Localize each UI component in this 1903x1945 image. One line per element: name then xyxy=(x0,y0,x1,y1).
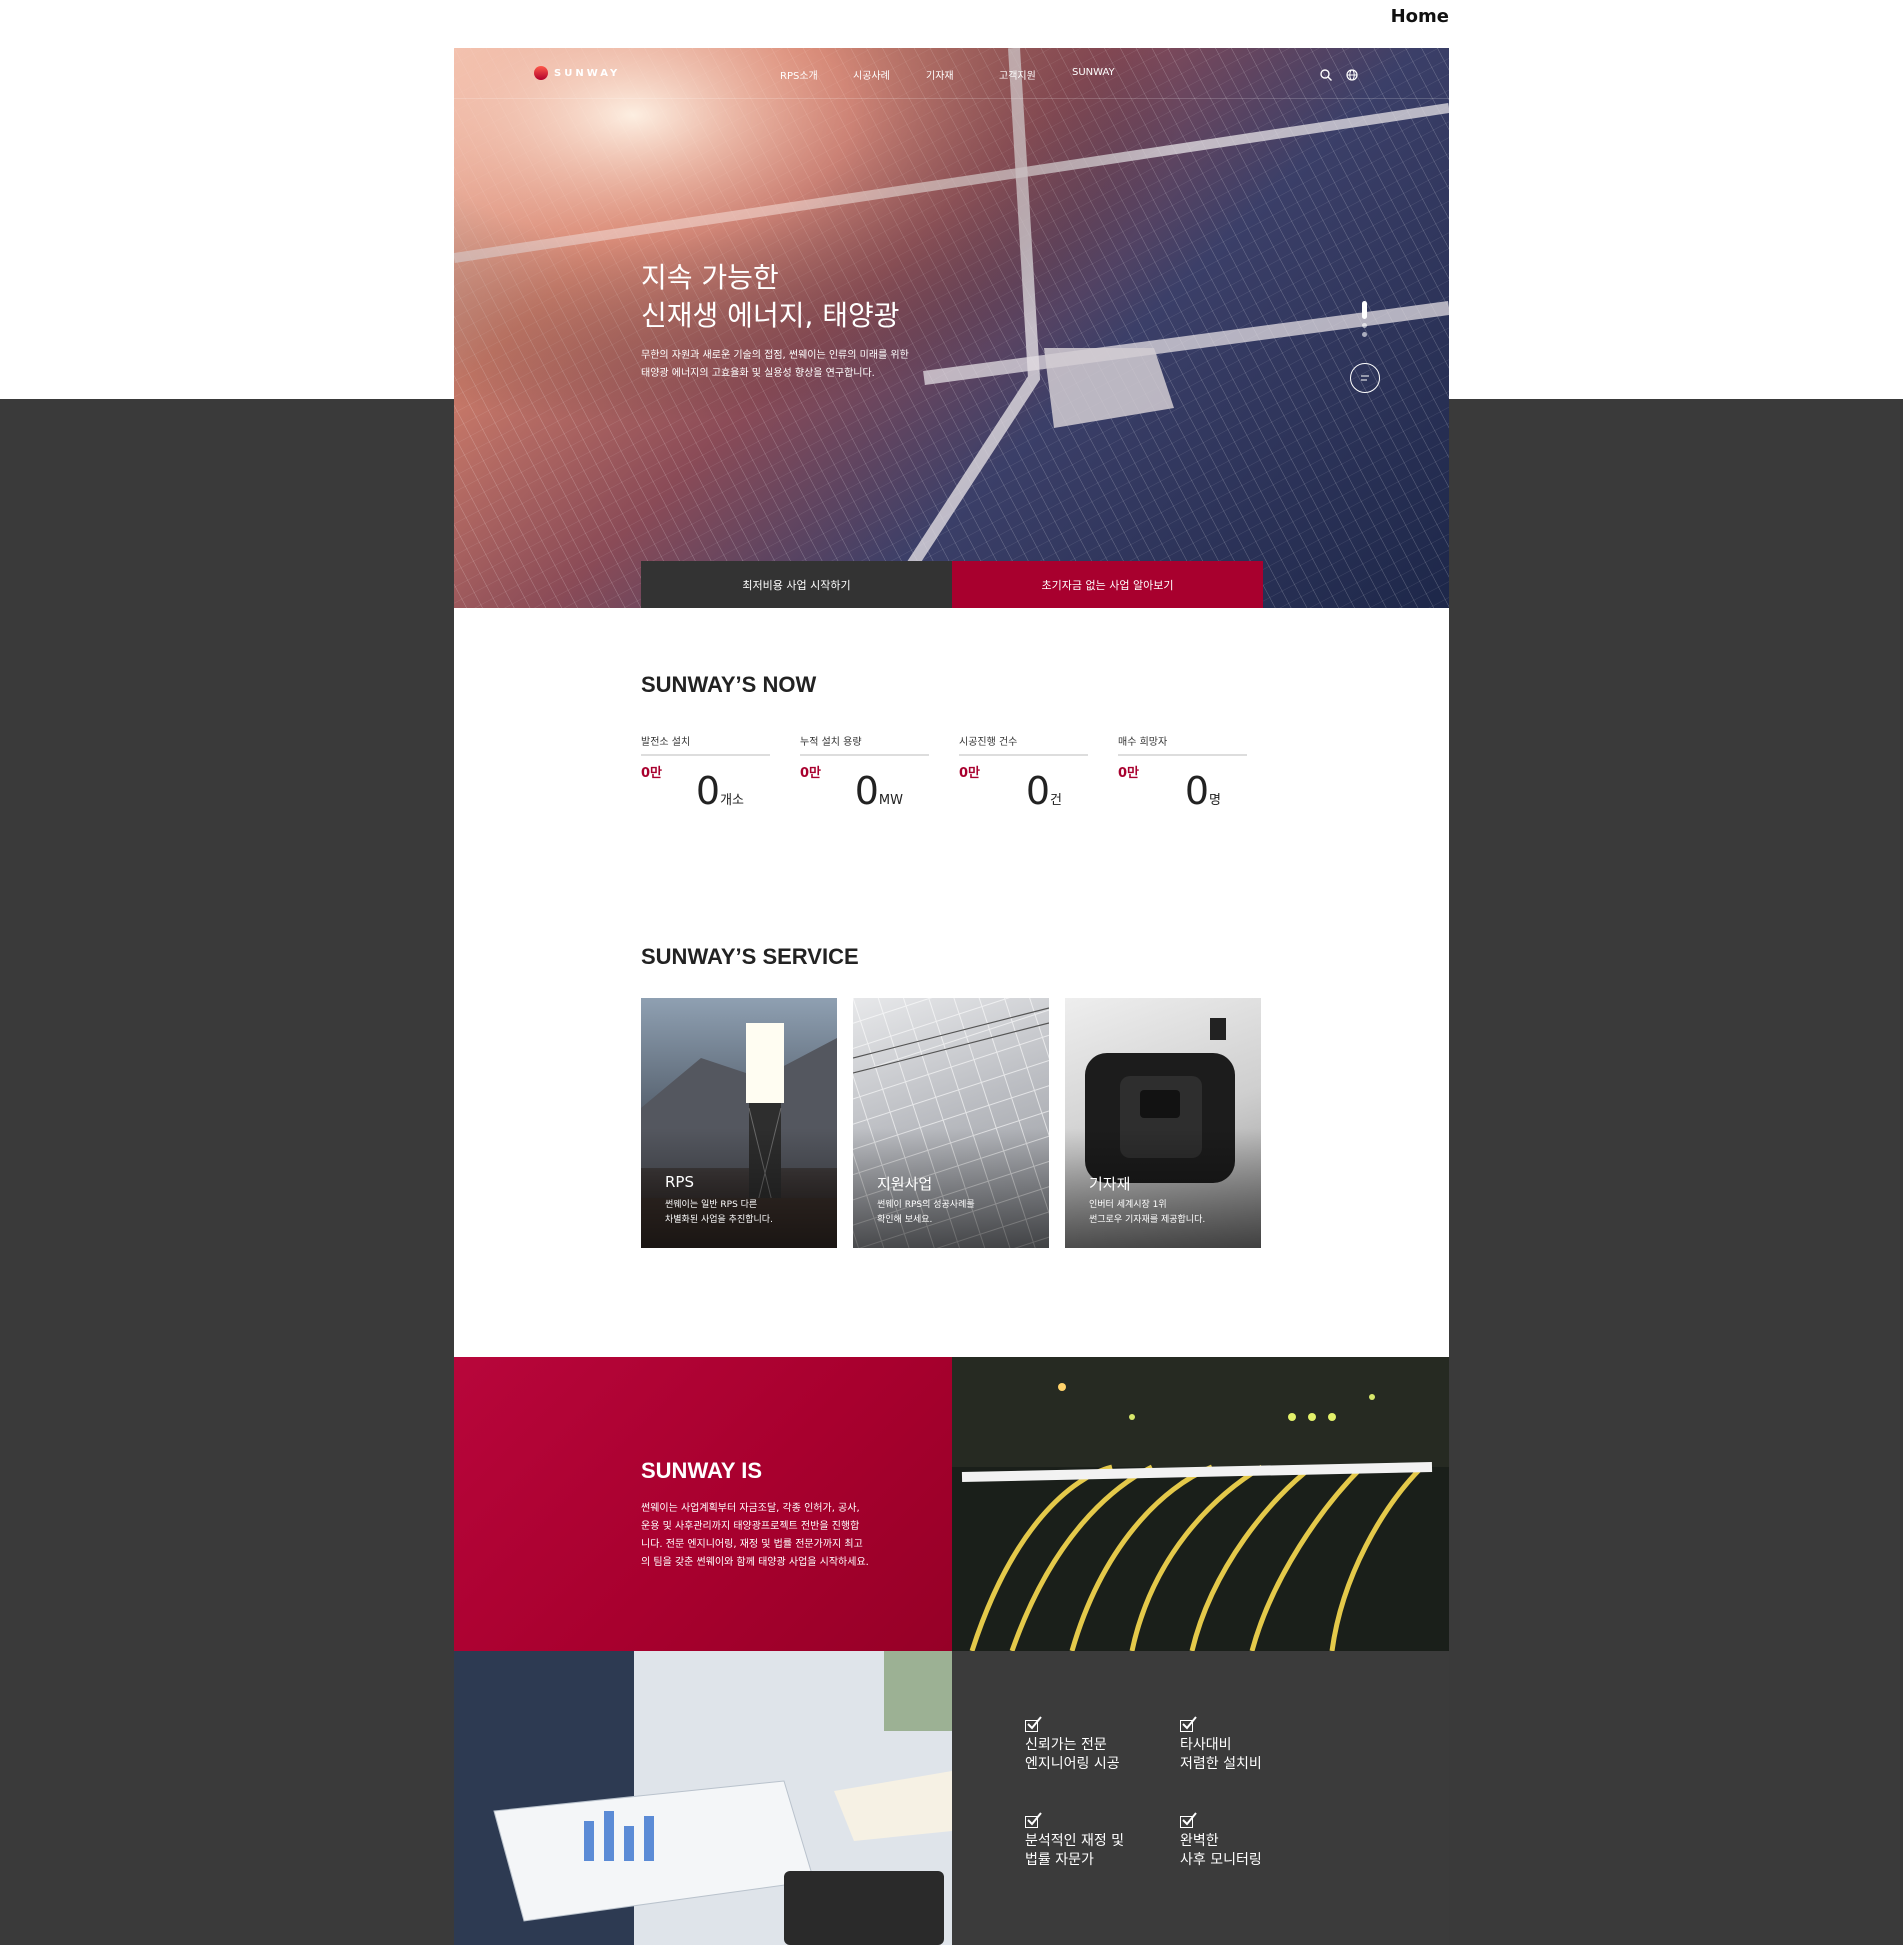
check-icon xyxy=(1180,1812,1197,1828)
about-desc-line1: 썬웨이는 사업계획부터 자금조달, 각종 인허가, 공사, xyxy=(641,1503,860,1514)
feature-engineering: 신뢰가는 전문 엔지니어링 시공 xyxy=(1025,1716,1120,1774)
card-desc-line2: 확인해 보세요. xyxy=(877,1215,933,1225)
stat-value: 0 xyxy=(1025,769,1051,813)
stat-unit: 건 xyxy=(1050,793,1062,808)
stat-small-value: 0만 xyxy=(1118,766,1140,781)
feature-line1: 신뢰가는 전문 xyxy=(1025,1737,1107,1753)
menu-item-rps[interactable]: RPS소개 xyxy=(780,67,853,82)
card-desc-line1: 썬웨이 RPS의 성공사례를 xyxy=(877,1200,975,1210)
stat-label: 시공진행 건수 xyxy=(959,733,1088,756)
pager-dot[interactable] xyxy=(1362,323,1367,328)
top-navigation: SUNWAY RPS소개 시공사례 기자재 고객지원 SUNWAY xyxy=(454,48,1449,99)
about-desc-line3: 니다. 전문 엔지니어링, 재정 및 법률 전문가까지 최고 xyxy=(641,1539,863,1550)
feature-line2: 저렴한 설치비 xyxy=(1180,1756,1262,1772)
stat-value-wrap: 0MW xyxy=(855,769,903,813)
menu-item-support[interactable]: 고객지원 xyxy=(999,67,1072,82)
feature-line1: 타사대비 xyxy=(1180,1737,1232,1753)
fiber-illustration xyxy=(952,1357,1449,1651)
stat-value-wrap: 0명 xyxy=(1185,769,1221,813)
stat-label: 발전소 설치 xyxy=(641,733,770,756)
business-tablet-image xyxy=(454,1651,952,1945)
feature-advisory: 분석적인 재정 및 법률 자문가 xyxy=(1025,1812,1124,1870)
menu-item-sunway[interactable]: SUNWAY xyxy=(1072,67,1145,82)
hero-title-line1: 지속 가능한 xyxy=(641,261,779,294)
check-icon xyxy=(1025,1716,1042,1732)
card-desc: 썬웨이는 일반 RPS 다른 차별화된 사업을 추진합니다. xyxy=(665,1198,825,1228)
stat-small-value: 0만 xyxy=(959,766,981,781)
stat-value-wrap: 0개소 xyxy=(696,769,744,813)
stat-value: 0 xyxy=(854,769,879,813)
menu-item-cases[interactable]: 시공사례 xyxy=(853,67,926,82)
stat-projects: 시공진행 건수 0만 0건 xyxy=(959,733,1088,813)
card-desc-line2: 썬그로우 기자재를 제공합니다. xyxy=(1089,1215,1206,1225)
card-title: 지원사업 xyxy=(877,1175,933,1193)
card-title: RPS xyxy=(665,1173,694,1191)
fiber-cable-image xyxy=(952,1357,1449,1651)
hero-description: 무한의 자원과 새로운 기술의 접점, 썬웨이는 인류의 미래를 위한 태양광 … xyxy=(641,347,961,383)
stat-unit: MW xyxy=(878,793,903,808)
stat-unit: 개소 xyxy=(720,793,744,808)
features-panel xyxy=(952,1651,1449,1945)
stat-label: 매수 희망자 xyxy=(1118,733,1247,756)
page-label: Home xyxy=(1390,6,1449,27)
feature-line2: 사후 모니터링 xyxy=(1180,1852,1262,1868)
header-icons xyxy=(1320,66,1358,81)
check-icon xyxy=(1025,1812,1042,1828)
pager-dot-active[interactable] xyxy=(1362,301,1367,319)
solar-panel-image xyxy=(454,48,1449,608)
stat-label: 누적 설치 용량 xyxy=(800,733,929,756)
stat-capacity: 누적 설치 용량 0만 0MW xyxy=(800,733,929,813)
slide-pager xyxy=(1362,301,1367,341)
card-desc-line1: 썬웨이는 일반 RPS 다른 xyxy=(665,1200,758,1210)
stat-value-wrap: 0건 xyxy=(1026,769,1062,813)
pager-dot[interactable] xyxy=(1362,332,1367,337)
service-section-title: SUNWAY’S SERVICE xyxy=(641,944,859,969)
hero-title: 지속 가능한 신재생 에너지, 태양광 xyxy=(641,259,900,335)
office-illustration xyxy=(454,1651,952,1945)
stat-plants: 발전소 설치 0만 0개소 xyxy=(641,733,770,813)
slide-control-button[interactable] xyxy=(1350,363,1380,393)
stat-unit: 명 xyxy=(1209,793,1221,808)
about-desc-line4: 의 팀을 갖춘 썬웨이와 함께 태양광 사업을 시작하세요. xyxy=(641,1557,869,1568)
sun-logo-icon xyxy=(534,66,548,80)
about-title: SUNWAY IS xyxy=(641,1458,763,1483)
card-desc: 썬웨이 RPS의 성공사례를 확인해 보세요. xyxy=(877,1198,1037,1228)
menu-lines-icon xyxy=(1361,375,1369,381)
about-description: 썬웨이는 사업계획부터 자금조달, 각종 인허가, 공사, 운용 및 사후관리까… xyxy=(641,1500,901,1572)
stat-value: 0 xyxy=(1184,769,1210,813)
card-desc: 인버터 세계시장 1위 썬그로우 기자재를 제공합니다. xyxy=(1089,1198,1249,1228)
cta-low-cost-button[interactable]: 최저비용 사업 시작하기 xyxy=(641,561,952,608)
hero-banner: SUNWAY RPS소개 시공사례 기자재 고객지원 SUNWAY 지속 가능한… xyxy=(454,48,1449,608)
feature-line2: 엔지니어링 시공 xyxy=(1025,1756,1120,1772)
service-card-support[interactable]: 지원사업 썬웨이 RPS의 성공사례를 확인해 보세요. xyxy=(853,998,1049,1248)
hero-desc-line1: 무한의 자원과 새로운 기술의 접점, 썬웨이는 인류의 미래를 위한 xyxy=(641,350,909,361)
about-desc-line2: 운용 및 사후관리까지 태양광프로젝트 전반을 진행합 xyxy=(641,1521,860,1532)
card-desc-line2: 차별화된 사업을 추진합니다. xyxy=(665,1215,773,1225)
feature-line1: 완벽한 xyxy=(1180,1833,1219,1849)
cta-no-capital-button[interactable]: 초기자금 없는 사업 알아보기 xyxy=(952,561,1263,608)
feature-cost: 타사대비 저렴한 설치비 xyxy=(1180,1716,1262,1774)
stat-buyers: 매수 희망자 0만 0명 xyxy=(1118,733,1247,813)
site-frame: SUNWAY RPS소개 시공사례 기자재 고객지원 SUNWAY 지속 가능한… xyxy=(454,48,1449,1945)
menu-item-equipment[interactable]: 기자재 xyxy=(926,67,999,82)
main-menu: RPS소개 시공사례 기자재 고객지원 SUNWAY xyxy=(780,67,1145,82)
brand-name: SUNWAY xyxy=(554,67,621,79)
hero-title-line2: 신재생 에너지, 태양광 xyxy=(641,299,900,332)
now-section-title: SUNWAY’S NOW xyxy=(641,672,817,697)
service-card-equipment[interactable]: 기자재 인버터 세계시장 1위 썬그로우 기자재를 제공합니다. xyxy=(1065,998,1261,1248)
search-icon[interactable] xyxy=(1320,66,1332,81)
card-title: 기자재 xyxy=(1089,1175,1131,1193)
card-desc-line1: 인버터 세계시장 1위 xyxy=(1089,1200,1167,1210)
globe-icon[interactable] xyxy=(1346,66,1358,81)
check-icon xyxy=(1180,1716,1197,1732)
feature-line1: 분석적인 재정 및 xyxy=(1025,1833,1125,1849)
feature-line2: 법률 자문가 xyxy=(1025,1852,1094,1868)
brand-logo[interactable]: SUNWAY xyxy=(534,66,620,80)
service-card-rps[interactable]: RPS 썬웨이는 일반 RPS 다른 차별화된 사업을 추진합니다. xyxy=(641,998,837,1248)
hero-desc-line2: 태양광 에너지의 고효율화 및 실용성 향상을 연구합니다. xyxy=(641,368,875,379)
stat-value: 0 xyxy=(695,769,721,813)
feature-monitoring: 완벽한 사후 모니터링 xyxy=(1180,1812,1262,1870)
